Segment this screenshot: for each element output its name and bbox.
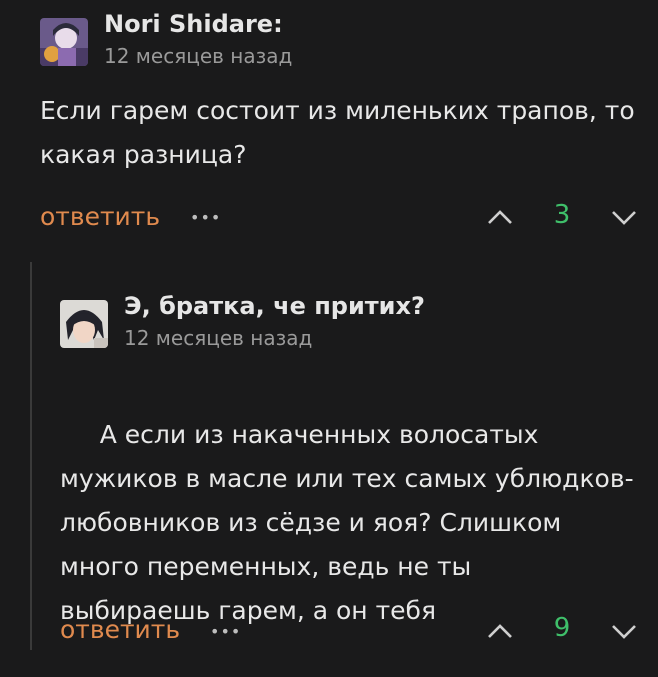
comment-body-line: А если из накаченных волосатых bbox=[91, 420, 539, 449]
comment-body-line: любовников из сёдзе и яоя? Слишком bbox=[60, 508, 562, 537]
downvote-button[interactable] bbox=[609, 616, 639, 646]
reply-button[interactable]: ответить bbox=[40, 202, 160, 231]
comment-body-line: мужиков в масле или тех самых ублюдков- bbox=[60, 464, 634, 493]
comment-body-line: какая разница? bbox=[40, 140, 247, 169]
chevron-down-icon bbox=[612, 211, 636, 225]
comment-body: Если гарем состоит из миленьких трапов, … bbox=[40, 89, 635, 177]
avatar[interactable] bbox=[40, 18, 88, 66]
more-options-icon[interactable]: ••• bbox=[210, 622, 241, 641]
reply-button[interactable]: ответить bbox=[60, 615, 180, 644]
comment-body-line: Если гарем состоит из миленьких трапов, … bbox=[40, 96, 635, 125]
comment-timestamp[interactable]: 12 месяцев назад bbox=[104, 44, 292, 68]
vote-score: 3 bbox=[553, 200, 571, 230]
comment-body-line: много переменных, ведь не ты bbox=[60, 552, 472, 581]
comment-author[interactable]: Э, братка, че притих? bbox=[124, 292, 425, 320]
chevron-up-icon bbox=[488, 624, 512, 638]
upvote-button[interactable] bbox=[485, 616, 515, 646]
avatar[interactable] bbox=[60, 300, 108, 348]
comment-author[interactable]: Nori Shidare: bbox=[104, 10, 283, 38]
more-options-icon[interactable]: ••• bbox=[190, 208, 221, 227]
comment-reply: Э, братка, че притих? 12 месяцев назад А… bbox=[0, 262, 658, 650]
upvote-button[interactable] bbox=[485, 202, 515, 232]
chevron-down-icon bbox=[612, 625, 636, 639]
comment-nori-shidare: Nori Shidare: 12 месяцев назад Если гаре… bbox=[0, 0, 658, 262]
chevron-up-icon bbox=[488, 210, 512, 224]
downvote-button[interactable] bbox=[609, 202, 639, 232]
comment-timestamp[interactable]: 12 месяцев назад bbox=[124, 326, 312, 350]
vote-score: 9 bbox=[553, 613, 571, 643]
